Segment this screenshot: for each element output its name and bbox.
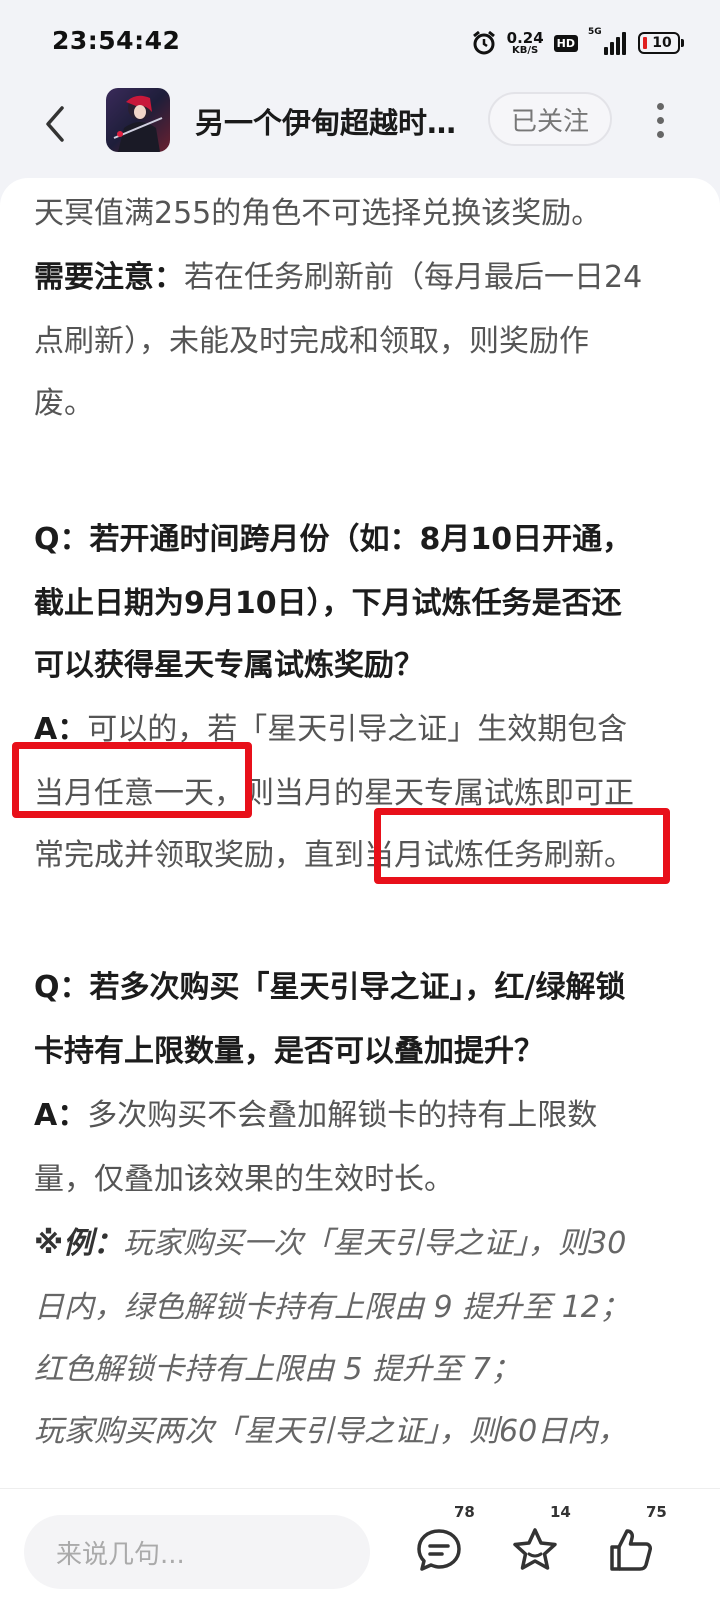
channel-title: 另一个伊甸超越时… [195,106,457,140]
example-line: 红色解锁卡持有上限由 5 提升至 7； [34,1352,521,1387]
battery-level: 10 [652,35,672,51]
battery-icon: 10 [638,32,684,54]
comment-icon [417,1529,461,1571]
question-line: Q：若开通时间跨月份（如：8月10日开通， [34,522,633,557]
more-dot [656,102,664,110]
answer-line: 量，仅叠加该效果的生效时长。 [34,1162,454,1197]
top-navigation: 另一个伊甸超越时… 已关注 [0,88,720,178]
highlight-box [374,808,670,884]
example-line: ※例：玩家购买一次「星天引导之证」，则30 [34,1218,626,1262]
follow-button[interactable]: 已关注 [488,92,612,146]
like-count: 75 [646,1503,667,1521]
more-dot [656,116,664,124]
network-speed-unit: KB/S [512,44,539,56]
back-button[interactable] [34,102,78,146]
highlight-box [12,742,252,818]
alarm-icon [472,30,495,55]
paragraph-line: 需要注意：若在任务刷新前（每月最后一日24 [34,252,642,296]
more-options-button[interactable] [642,98,678,142]
example-line: 日内，绿色解锁卡持有上限由 9 提升至 12； [34,1290,630,1325]
signal-icon: 5G [588,27,628,55]
note-label: 需要注意： [34,260,184,295]
star-icon [513,1528,557,1570]
question-line: Q：若多次购买「星天引导之证」，红/绿解锁 [34,970,626,1005]
question-line: 截止日期为9月10日），下月试炼任务是否还 [34,586,622,621]
answer-line: A：多次购买不会叠加解锁卡的持有上限数 [34,1090,597,1134]
hd-badge: HD [553,34,578,52]
note-text: 若在任务刷新前（每月最后一日24 [184,260,643,295]
question-line: 卡持有上限数量，是否可以叠加提升？ [34,1034,544,1069]
comment-input[interactable]: 来说几句... [24,1515,370,1589]
example-text: 玩家购买一次「星天引导之证」，则30 [123,1226,627,1261]
comment-button[interactable]: 78 [414,1503,475,1575]
answer-text: 多次购买不会叠加解锁卡的持有上限数 [87,1098,598,1133]
network-type: 5G [588,27,602,37]
status-bar: 23:54:42 0.24 KB/S HD 5G 10 [0,0,720,88]
answer-label: A： [34,1098,88,1133]
example-line: 玩家购买两次「星天引导之证」，则60日内， [34,1414,628,1449]
paragraph-line: 点刷新），未能及时完成和领取，则奖励作 [34,324,589,359]
favorite-count: 14 [550,1503,571,1521]
paragraph-line: 废。 [34,386,94,421]
chevron-left-icon [46,106,64,142]
bottom-action-bar: 来说几句... 78 14 75 [0,1488,720,1611]
channel-avatar[interactable] [106,88,170,152]
network-speed-value: 0.24 [506,28,544,47]
more-dot [656,130,664,138]
question-line: 可以获得星天专属试炼奖励？ [34,648,424,683]
favorite-button[interactable]: 14 [510,1503,571,1575]
comment-count: 78 [454,1503,475,1521]
example-label: ※例： [34,1226,124,1261]
like-button[interactable]: 75 [606,1503,667,1575]
game-logo [106,88,170,152]
status-time: 23:54:42 [52,26,181,55]
status-icons: 0.24 KB/S HD 5G 10 [471,26,684,60]
network-speed: 0.24 KB/S [506,28,544,56]
paragraph-line: 天冥值满255的角色不可选择兑换该奖励。 [34,196,602,231]
article-content[interactable]: 天冥值满255的角色不可选择兑换该奖励。 需要注意：若在任务刷新前（每月最后一日… [0,178,720,1488]
thumbs-up-icon [610,1529,652,1571]
